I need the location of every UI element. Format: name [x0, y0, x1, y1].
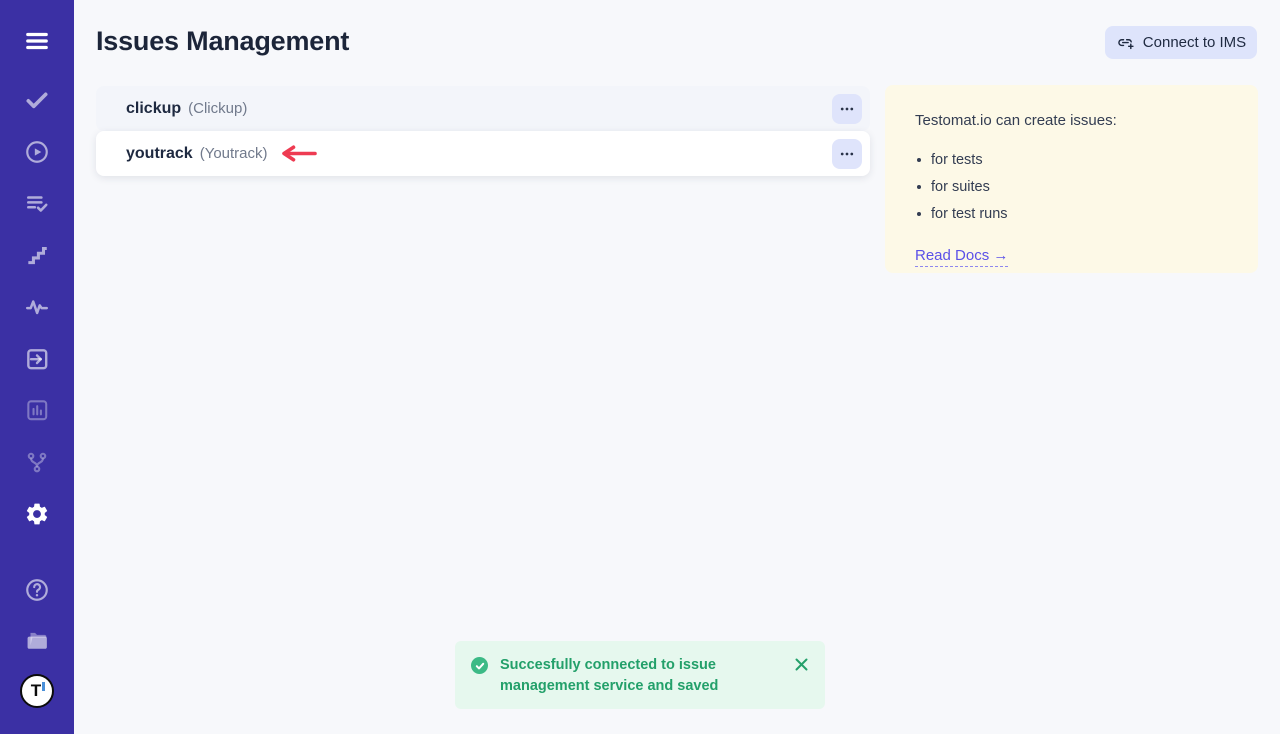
list-check-icon[interactable] [24, 191, 50, 217]
check-icon[interactable] [24, 87, 50, 113]
ellipsis-menu-button[interactable] [832, 94, 862, 124]
help-icon[interactable] [24, 577, 50, 603]
close-icon[interactable] [794, 657, 809, 675]
logo-blue-tick [42, 682, 45, 691]
connect-to-ims-label: Connect to IMS [1143, 34, 1246, 51]
info-bullet: for tests [915, 152, 1228, 168]
bar-chart-icon[interactable] [24, 397, 50, 423]
hamburger-menu-icon[interactable] [24, 28, 50, 54]
info-bullet: for test runs [915, 206, 1228, 222]
info-panel-bullet-list: for tests for suites for test runs [915, 152, 1228, 222]
play-circle-icon[interactable] [24, 139, 50, 165]
success-check-icon [471, 657, 488, 674]
logo-letter: T [31, 682, 41, 699]
success-toast: Succesfully connected to issue managemen… [455, 641, 825, 709]
ellipsis-icon [840, 147, 854, 161]
red-arrow-left-annotation [278, 145, 318, 162]
folder-icon[interactable] [24, 628, 50, 654]
link-plus-icon [1116, 33, 1135, 52]
read-docs-link[interactable]: Read Docs → [915, 247, 1008, 267]
info-bullet: for suites [915, 179, 1228, 195]
info-panel-heading: Testomat.io can create issues: [915, 112, 1228, 129]
ims-type: (Clickup) [188, 100, 247, 117]
page-title: Issues Management [96, 26, 349, 57]
ellipsis-icon [840, 102, 854, 116]
ims-type: (Youtrack) [200, 145, 268, 162]
info-panel: Testomat.io can create issues: for tests… [885, 85, 1258, 273]
sidebar: T [0, 0, 74, 734]
ims-name: clickup [126, 100, 181, 118]
testomat-logo[interactable]: T [20, 674, 54, 708]
ellipsis-menu-button[interactable] [832, 139, 862, 169]
pulse-icon[interactable] [24, 294, 50, 320]
connect-to-ims-button[interactable]: Connect to IMS [1105, 26, 1257, 59]
stairs-icon[interactable] [24, 242, 50, 268]
ims-row-youtrack[interactable]: youtrack (Youtrack) [96, 131, 870, 176]
branch-icon[interactable] [24, 449, 50, 475]
gear-icon[interactable] [24, 501, 50, 527]
ims-row-clickup[interactable]: clickup (Clickup) [96, 86, 870, 131]
sign-in-icon[interactable] [24, 346, 50, 372]
ims-name: youtrack [126, 145, 193, 163]
toast-message: Succesfully connected to issue managemen… [500, 655, 780, 697]
